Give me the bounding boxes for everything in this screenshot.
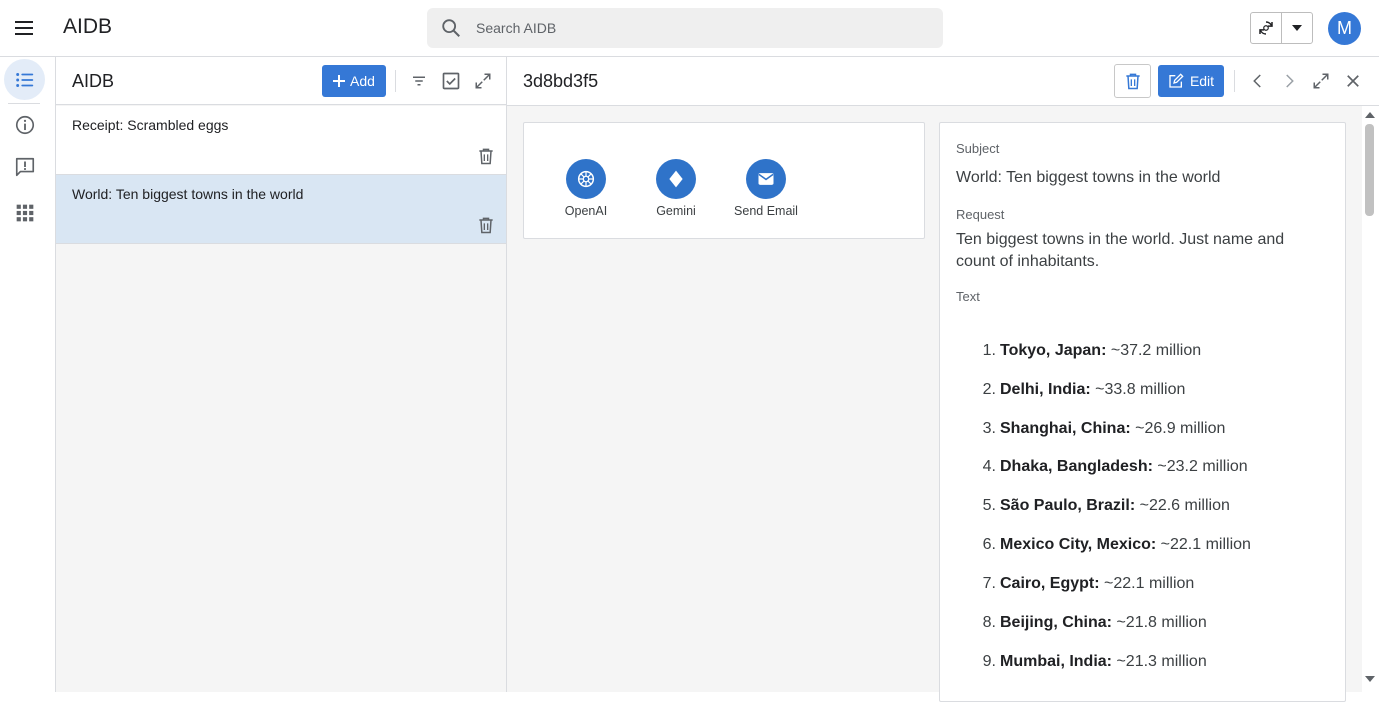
app-title: AIDB [63,15,113,38]
top-app-bar: AIDB M [0,0,1379,57]
list-item-label: Receipt: Scrambled eggs [72,117,229,133]
search-input[interactable] [476,8,926,48]
sync-button[interactable] [1251,13,1282,43]
action-label: Gemini [656,204,696,218]
list-item: 7. Cairo, Egypt: ~22.1 million [982,575,1195,592]
list-item: 8. Beijing, China: ~21.8 million [982,614,1207,631]
scroll-down-arrow[interactable] [1365,676,1375,682]
info-icon [14,114,36,136]
list-title: AIDB [72,71,115,91]
action-label: OpenAI [564,204,608,218]
next-icon[interactable] [1277,69,1301,93]
list-header: AIDB Add [56,57,506,105]
subject-value: World: Ten biggest towns in the world [956,169,1221,186]
feedback-icon [14,156,36,178]
hamburger-menu-icon[interactable] [12,16,36,40]
request-label: Request [956,207,1005,222]
list-item: 1. Tokyo, Japan: ~37.2 million [982,342,1202,359]
trash-icon[interactable] [476,215,496,235]
record-id-title: 3d8bd3f5 [523,71,599,91]
user-avatar[interactable]: M [1328,12,1361,45]
rail-info-button[interactable] [4,104,45,145]
list-item: 4. Dhaka, Bangladesh: ~23.2 million [982,458,1248,475]
search-bar[interactable] [427,8,943,48]
edit-button[interactable]: Edit [1158,65,1224,97]
expand-icon[interactable] [471,69,495,93]
record-details-card: Subject World: Ten biggest towns in the … [939,122,1346,702]
rail-apps-button[interactable] [4,192,45,233]
list-pane: AIDB Add Receipt: Scrambled eggs World: … [56,57,507,692]
openai-action-button[interactable]: OpenAI [546,159,626,218]
list-item: 2. Delhi, India: ~33.8 million [982,381,1186,398]
trash-icon [1123,71,1143,91]
navigation-rail [0,57,56,692]
list-item: 9. Mumbai, India: ~21.3 million [982,653,1207,670]
caret-down-icon [1291,25,1302,31]
detail-body: OpenAI Gemini Send Email Subject World: … [507,106,1379,702]
close-icon[interactable] [1341,69,1365,93]
rail-feedback-button[interactable] [4,146,45,187]
scrollbar-thumb[interactable] [1365,124,1374,216]
filter-icon[interactable] [407,69,431,93]
trash-icon[interactable] [476,146,496,166]
list-item: 3. Shanghai, China: ~26.9 million [982,420,1226,437]
expand-icon[interactable] [1309,69,1333,93]
gemini-action-button[interactable]: Gemini [636,159,716,218]
header-divider [1234,70,1235,92]
header-divider [395,70,396,92]
delete-button[interactable] [1114,64,1151,98]
select-checkbox-icon[interactable] [439,69,463,93]
edit-button-label: Edit [1189,73,1215,89]
apps-grid-icon [15,203,35,223]
edit-icon [1168,73,1184,89]
request-value: Ten biggest towns in the world. Just nam… [956,231,1285,270]
scroll-up-arrow[interactable] [1365,112,1375,118]
vertical-scrollbar[interactable] [1362,106,1379,692]
sync-button-group [1250,12,1313,44]
list-item: 6. Mexico City, Mexico: ~22.1 million [982,536,1251,553]
previous-icon[interactable] [1246,69,1270,93]
search-icon [440,17,462,39]
list-item[interactable]: Receipt: Scrambled eggs [56,106,506,175]
openai-icon [566,159,606,199]
add-button-label: Add [350,73,375,89]
detail-header: 3d8bd3f5 Edit [507,57,1379,106]
add-button[interactable]: Add [322,65,386,97]
list-item[interactable]: World: Ten biggest towns in the world [56,175,506,244]
text-label: Text [956,289,980,304]
list-item: 5. São Paulo, Brazil: ~22.6 million [982,497,1230,514]
list-icon [14,69,36,91]
sync-icon [1257,19,1275,37]
actions-card: OpenAI Gemini Send Email [523,122,925,239]
list-item-label: World: Ten biggest towns in the world [72,186,304,202]
email-icon [746,159,786,199]
sync-options-dropdown[interactable] [1282,13,1312,43]
action-label: Send Email [734,204,798,218]
send-email-action-button[interactable]: Send Email [726,159,806,218]
plus-icon [333,75,346,87]
gemini-icon [656,159,696,199]
subject-label: Subject [956,141,1000,156]
rail-list-button[interactable] [4,59,45,100]
